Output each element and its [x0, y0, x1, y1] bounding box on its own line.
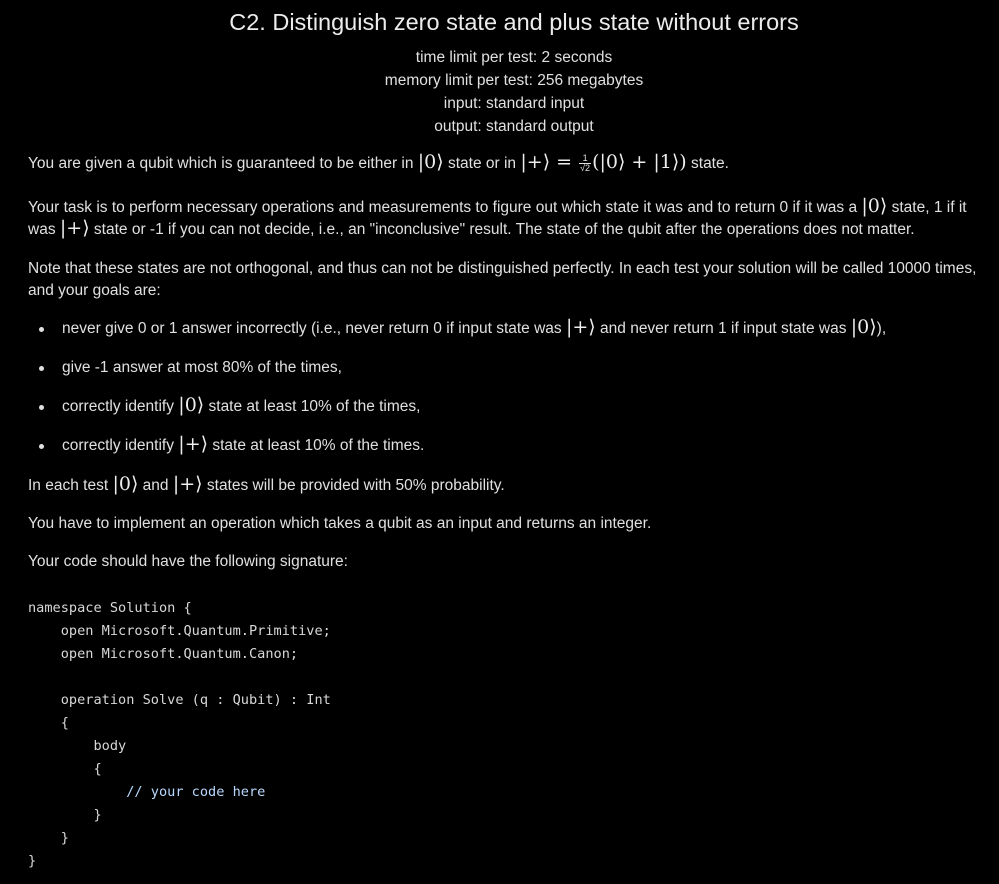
- code-line: open Microsoft.Quantum.Canon;: [28, 646, 299, 662]
- code-line: // your code here: [28, 784, 266, 800]
- ket-plus: |+⟩: [172, 473, 203, 495]
- ket-zero: |0⟩: [861, 195, 888, 217]
- fraction-one-over-root-two: 1 √2: [579, 153, 592, 174]
- memory-limit: memory limit per test: 256 megabytes: [384, 72, 644, 89]
- ket-plus-definition: |+⟩ =: [520, 151, 579, 173]
- code-line: {: [28, 761, 102, 777]
- superposition-expression: (|0⟩ + |1⟩): [592, 151, 687, 173]
- problem-page: C2. Distinguish zero state and plus stat…: [0, 0, 999, 884]
- bullet-icon: [39, 405, 44, 410]
- time-limit: time limit per test: 2 seconds: [415, 49, 613, 66]
- code-signature-block[interactable]: namespace Solution { open Microsoft.Quan…: [28, 597, 331, 873]
- code-line: body: [28, 738, 127, 754]
- goal-item: give -1 answer at most 80% of the times,: [28, 357, 994, 396]
- statement-probability: In each test |0⟩ and |+⟩ states will be …: [28, 473, 505, 495]
- goal-item: correctly identify |0⟩ state at least 10…: [28, 396, 994, 435]
- ket-zero: |0⟩: [112, 473, 139, 495]
- output-spec: output: standard output: [434, 118, 594, 135]
- goals-list: never give 0 or 1 answer incorrectly (i.…: [28, 318, 994, 474]
- statement-task: Your task is to perform necessary operat…: [28, 195, 967, 240]
- code-line: namespace Solution {: [28, 600, 192, 616]
- input-spec: input: standard input: [443, 95, 585, 112]
- ket-zero: |0⟩: [417, 151, 444, 173]
- bullet-icon: [39, 327, 44, 332]
- ket-zero: |0⟩: [850, 316, 877, 338]
- goal-item: correctly identify |+⟩ state at least 10…: [28, 435, 994, 474]
- ket-plus: |+⟩: [59, 217, 90, 240]
- bullet-icon: [39, 444, 44, 449]
- statement-note: Note that these states are not orthogona…: [28, 260, 977, 300]
- problem-limits: time limit per test: 2 seconds memory li…: [0, 46, 999, 138]
- statement-implement: You have to implement an operation which…: [28, 515, 652, 532]
- code-line: open Microsoft.Quantum.Primitive;: [28, 623, 331, 639]
- goal-item: never give 0 or 1 answer incorrectly (i.…: [28, 318, 994, 357]
- bullet-icon: [39, 366, 44, 371]
- statement-signature-intro: Your code should have the following sign…: [28, 553, 348, 570]
- code-line: }: [28, 807, 102, 823]
- ket-zero: |0⟩: [178, 394, 205, 416]
- problem-title: C2. Distinguish zero state and plus stat…: [229, 9, 799, 35]
- code-line: {: [28, 715, 69, 731]
- ket-plus: |+⟩: [178, 433, 209, 455]
- statement-intro: You are given a qubit which is guarantee…: [28, 151, 729, 174]
- code-line: }: [28, 853, 37, 869]
- ket-plus: |+⟩: [565, 316, 596, 338]
- code-line: operation Solve (q : Qubit) : Int: [28, 692, 331, 708]
- code-line: }: [28, 830, 69, 846]
